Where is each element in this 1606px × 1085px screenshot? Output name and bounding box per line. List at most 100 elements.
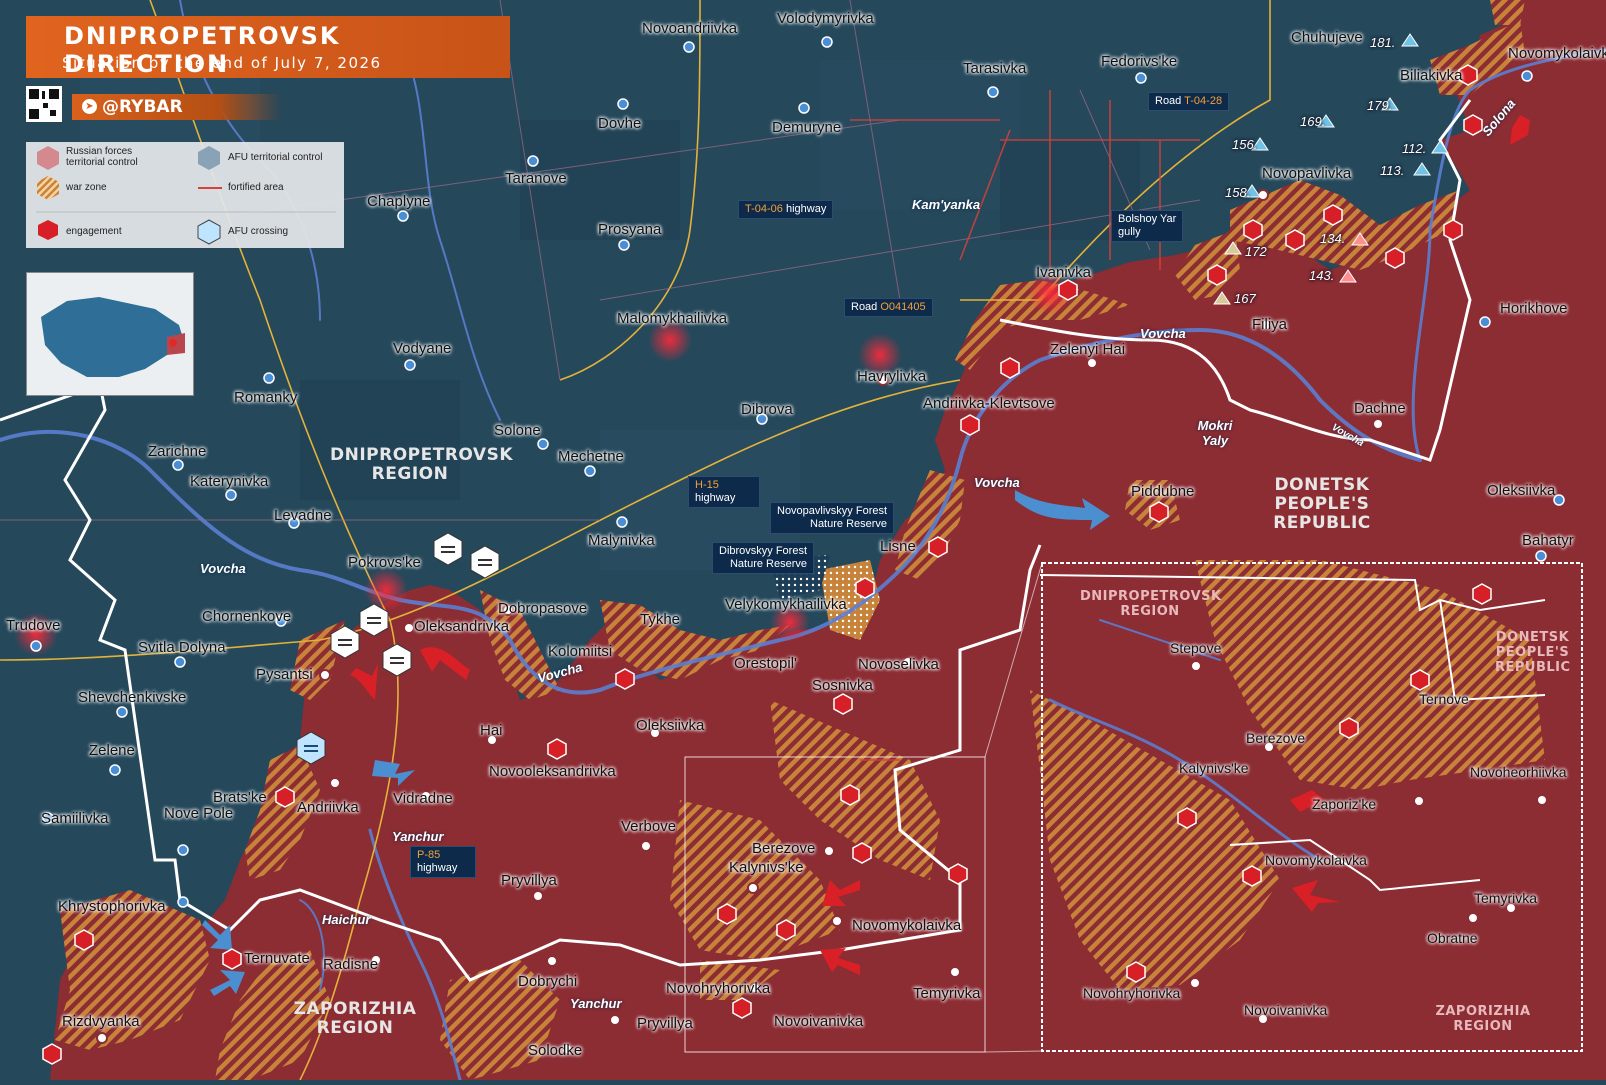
place-label: Tarasivka bbox=[963, 60, 1027, 77]
place-label: Temyrivka bbox=[913, 985, 981, 1002]
river-label: Yanchur bbox=[392, 829, 444, 844]
place-label: Levadne bbox=[274, 507, 332, 524]
engagement-swatch bbox=[38, 220, 58, 240]
place-label: Filiya bbox=[1252, 316, 1288, 333]
height-label: 143. bbox=[1309, 268, 1335, 283]
place-label: Rizdvyanka bbox=[62, 1013, 140, 1030]
height-label: 179. bbox=[1367, 98, 1393, 113]
river-label: Vovcha bbox=[974, 475, 1020, 490]
place-label: Dobrychi bbox=[518, 973, 578, 990]
title-banner: DNIPROPETROVSK DIRECTION Situation by th… bbox=[26, 16, 510, 78]
place-label: Hai bbox=[480, 722, 503, 739]
inset-place-label: Obratne bbox=[1427, 930, 1478, 946]
height-label: 113. bbox=[1380, 163, 1405, 178]
place-label: Novomykolaivka bbox=[1508, 45, 1606, 62]
place-label: Novoandriivka bbox=[642, 20, 738, 37]
place-label: Berezove bbox=[752, 840, 816, 857]
place-label: Chuhujeve bbox=[1291, 29, 1363, 46]
place-label: Taranove bbox=[505, 170, 567, 187]
place-label: Sosnivka bbox=[812, 677, 873, 694]
legend: Russian forces territorial control AFU t… bbox=[26, 142, 344, 248]
place-label: Katerynivka bbox=[190, 473, 269, 490]
place-label: Pokrovs'ke bbox=[348, 554, 421, 571]
place-label: Velykomykhailivka bbox=[725, 596, 847, 613]
place-label: Romanky bbox=[234, 389, 298, 406]
river-label: Vovcha bbox=[1140, 326, 1186, 341]
place-label: Nove Pole bbox=[164, 805, 234, 822]
place-label: Vodyane bbox=[393, 340, 452, 357]
telegram-handle[interactable]: ➤ @RYBAR bbox=[72, 94, 282, 120]
inset-place-label: Berezove bbox=[1246, 730, 1306, 746]
legend-engagement: engagement bbox=[66, 226, 122, 237]
inset-region-dnipro: DNIPROPETROVSK REGION bbox=[1080, 589, 1222, 619]
river-label: Haichur bbox=[322, 912, 371, 927]
qr-code[interactable] bbox=[26, 86, 62, 122]
ukraine-overview-map bbox=[26, 272, 194, 396]
place-label: Chaplyne bbox=[367, 193, 431, 210]
height-label: 167 bbox=[1234, 291, 1256, 306]
place-label: Solodke bbox=[528, 1042, 583, 1059]
place-label: Novoivanivka bbox=[774, 1013, 864, 1030]
place-label: Solone bbox=[494, 422, 541, 439]
place-label: Novooleksandrivka bbox=[489, 763, 616, 780]
legend-russian: Russian forces territorial control bbox=[66, 146, 138, 168]
afu-swatch bbox=[198, 146, 220, 170]
place-label: Dobropasove bbox=[498, 600, 588, 617]
place-label: Andriivka bbox=[297, 799, 359, 816]
map-subtitle: Situation by the end of July 7, 2026 bbox=[62, 54, 382, 72]
place-label: Oleksiivka bbox=[1487, 482, 1556, 499]
place-label: Horikhove bbox=[1500, 300, 1568, 317]
place-label: Zelenyi Hai bbox=[1050, 341, 1126, 358]
inset-place-label: Novoheorhiivka bbox=[1470, 764, 1567, 780]
place-label: Pysantsi bbox=[256, 666, 313, 683]
place-label: Verbove bbox=[621, 818, 677, 835]
place-label: Kolomiitsi bbox=[548, 643, 613, 660]
inset-place-label: Stepove bbox=[1170, 640, 1222, 656]
place-label: Volodymyrivka bbox=[777, 10, 874, 27]
place-label: Havrylivka bbox=[857, 368, 927, 385]
russian-swatch bbox=[37, 146, 59, 170]
inset-region-zaporizhia: ZAPORIZHIA REGION bbox=[1435, 1004, 1531, 1034]
place-label: Kalynivs'ke bbox=[729, 859, 804, 876]
place-label: Biliakivka bbox=[1400, 67, 1463, 84]
road-h15-tag: H-15 highway bbox=[688, 476, 760, 508]
road-o041405-tag: Road O041405 bbox=[844, 298, 933, 317]
place-label: Mechetne bbox=[558, 448, 624, 465]
road-t0428-tag: Road T-04-28 bbox=[1148, 92, 1230, 111]
river-label: Kam'yanka bbox=[912, 197, 981, 212]
novopavlivskyy-reserve-tag: Novopavlivskyy Forest Nature Reserve bbox=[770, 502, 895, 534]
river-label: Vovcha bbox=[200, 561, 246, 576]
height-label: 158. bbox=[1225, 185, 1251, 200]
dibrovskyy-reserve-tag: Dibrovskyy Forest Nature Reserve bbox=[712, 542, 815, 574]
place-label: Khrystophorivka bbox=[58, 898, 166, 915]
height-label: 134. bbox=[1320, 231, 1346, 246]
inset-place-label: Novomykolaivka bbox=[1265, 852, 1367, 868]
region-zaporizhia: ZAPORIZHIA REGION bbox=[293, 999, 417, 1038]
inset-place-label: Kalynivs'ke bbox=[1179, 760, 1249, 776]
inset-place-label: Novohryhorivka bbox=[1083, 985, 1181, 1001]
height-label: 112. bbox=[1402, 141, 1427, 156]
place-label: Piddubne bbox=[1131, 483, 1195, 500]
place-label: Radisne bbox=[323, 956, 379, 973]
place-label: Dovhe bbox=[598, 115, 642, 132]
telegram-icon: ➤ bbox=[82, 99, 97, 114]
place-label: Shevchenkivske bbox=[78, 689, 187, 706]
place-label: Samiilivka bbox=[41, 810, 109, 827]
place-label: Tykhe bbox=[640, 611, 681, 628]
crossing-swatch bbox=[197, 219, 221, 245]
height-label: 181. bbox=[1370, 35, 1396, 50]
place-label: Chornenkove bbox=[202, 608, 292, 625]
place-label: Malomykhailivka bbox=[617, 310, 728, 327]
overview-svg bbox=[41, 297, 185, 377]
place-label: Ternuvate bbox=[244, 950, 310, 967]
inset-place-label: Novoivanivka bbox=[1244, 1002, 1328, 1018]
road-p85-tag: P-85 highway bbox=[410, 846, 476, 878]
place-label: Orestopil' bbox=[734, 655, 797, 672]
legend-crossing: AFU crossing bbox=[228, 226, 289, 237]
place-label: Pryvillya bbox=[501, 872, 557, 889]
place-label: Andriivka-Klevtsove bbox=[923, 395, 1055, 412]
height-label: 169. bbox=[1300, 114, 1326, 129]
legend-fortified: fortified area bbox=[228, 182, 284, 193]
place-label: Bahatyr bbox=[1522, 532, 1574, 549]
place-label: Novomykolaivka bbox=[852, 917, 962, 934]
